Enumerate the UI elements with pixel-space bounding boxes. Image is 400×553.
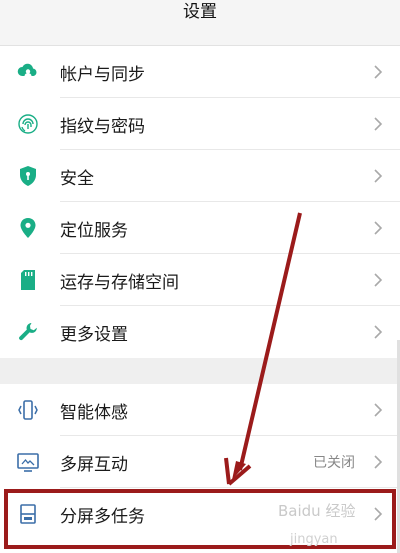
status-value: 已关闭 [313, 455, 355, 471]
settings-item-multi-screen[interactable]: 多屏互动 已关闭 [0, 436, 400, 488]
settings-item-label: 智能体感 [60, 402, 128, 423]
settings-item-label: 定位服务 [60, 220, 128, 241]
chevron-right-icon [374, 169, 383, 183]
chevron-right-icon [374, 273, 383, 287]
chevron-right-icon [374, 221, 383, 235]
settings-item-label: 多屏互动 [60, 454, 128, 475]
settings-item-fingerprint-password[interactable]: 指纹与密码 [0, 98, 400, 150]
title-bar: 设置 [0, 0, 400, 46]
settings-item-account-sync[interactable]: 帐户与同步 [0, 46, 400, 98]
settings-item-label: 安全 [60, 168, 94, 189]
chevron-right-icon [374, 65, 383, 79]
cast-screen-icon [15, 449, 41, 475]
phone-motion-icon [15, 397, 41, 423]
sd-card-icon [15, 267, 41, 293]
watermark-subtext: jingyan [290, 532, 338, 547]
chevron-right-icon [374, 455, 383, 469]
fingerprint-icon [15, 111, 41, 137]
settings-item-smart-motion[interactable]: 智能体感 [0, 384, 400, 436]
settings-item-location[interactable]: 定位服务 [0, 202, 400, 254]
settings-group-2: 智能体感 多屏互动 已关闭 分屏多任务 [0, 384, 400, 553]
watermark-text: Baidu 经验 [278, 502, 356, 520]
chevron-right-icon [374, 325, 383, 339]
chevron-right-icon [374, 507, 383, 521]
chevron-right-icon [374, 403, 383, 417]
settings-item-label: 分屏多任务 [60, 506, 145, 527]
settings-item-more-settings[interactable]: 更多设置 [0, 306, 400, 358]
settings-item-label: 帐户与同步 [60, 64, 145, 85]
location-pin-icon [15, 215, 41, 241]
cloud-account-icon [15, 59, 41, 85]
page-title: 设置 [183, 2, 217, 22]
settings-group-1: 帐户与同步 指纹与密码 安全 定位服务 运存与存储空间 更多设置 [0, 46, 400, 358]
settings-item-label: 更多设置 [60, 324, 128, 345]
settings-item-memory-storage[interactable]: 运存与存储空间 [0, 254, 400, 306]
settings-item-security[interactable]: 安全 [0, 150, 400, 202]
wrench-icon [15, 319, 41, 345]
settings-item-label: 运存与存储空间 [60, 272, 179, 293]
settings-item-label: 指纹与密码 [60, 116, 145, 137]
split-screen-icon [15, 501, 41, 527]
shield-icon [15, 163, 41, 189]
chevron-right-icon [374, 117, 383, 131]
